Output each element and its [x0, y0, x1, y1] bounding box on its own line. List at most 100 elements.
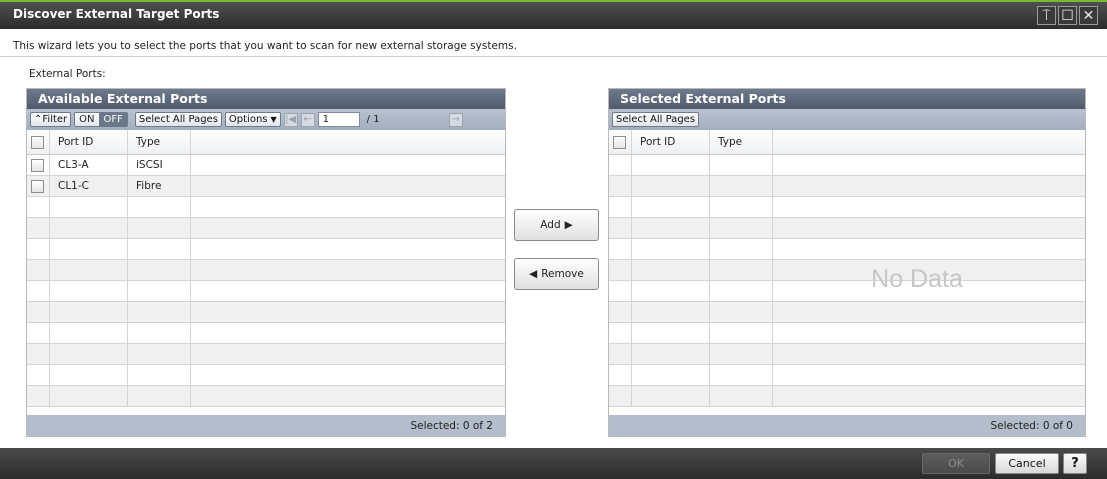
external-ports-label: External Ports: — [29, 68, 106, 80]
select-all-checkbox-cell[interactable] — [27, 130, 50, 154]
row-checkbox-cell[interactable] — [27, 155, 50, 175]
first-page-icon[interactable]: |◀ — [283, 112, 298, 127]
empty-cell — [50, 302, 128, 322]
empty-cell — [27, 239, 50, 259]
empty-cell — [710, 365, 773, 385]
options-button[interactable]: Options ▼ — [224, 112, 281, 127]
empty-row — [27, 260, 505, 281]
empty-cell — [128, 218, 191, 238]
empty-cell — [632, 155, 710, 175]
empty-cell — [191, 344, 505, 364]
window-controls: ⍑ ☐ ✕ — [1037, 6, 1098, 25]
empty-cell — [191, 323, 505, 343]
empty-cell — [632, 176, 710, 196]
title-bar: Discover External Target Ports ⍑ ☐ ✕ — [0, 0, 1107, 29]
prev-page-icon[interactable]: ← — [300, 112, 315, 127]
column-header-port-id[interactable]: Port ID — [50, 130, 128, 154]
options-label: Options — [228, 114, 268, 125]
filter-off-option[interactable]: OFF — [99, 113, 127, 126]
empty-cell — [27, 386, 50, 406]
empty-cell — [27, 260, 50, 280]
select-all-pages-button[interactable]: Select All Pages — [612, 112, 700, 127]
empty-row — [27, 365, 505, 386]
empty-cell — [773, 344, 1085, 364]
empty-cell — [191, 197, 505, 217]
row-checkbox[interactable] — [31, 179, 44, 193]
cancel-button[interactable]: Cancel — [995, 453, 1059, 474]
selected-ports-panel: Selected External Ports Select All Pages… — [608, 88, 1086, 437]
close-icon[interactable]: ✕ — [1079, 6, 1098, 25]
selected-ports-footer: Selected: 0 of 0 — [609, 415, 1085, 436]
empty-cell — [128, 197, 191, 217]
add-button[interactable]: Add ▶ — [514, 209, 599, 241]
available-ports-toolbar: ⌃ Filter ON OFF Select All Pages Options… — [27, 109, 505, 130]
empty-cell — [50, 386, 128, 406]
row-filler — [191, 155, 505, 175]
pin-icon[interactable]: ⍑ — [1037, 6, 1056, 25]
empty-row — [27, 344, 505, 365]
available-ports-footer: Selected: 0 of 2 — [27, 415, 505, 436]
ok-button[interactable]: OK — [922, 453, 990, 474]
empty-cell — [191, 260, 505, 280]
next-page-icon[interactable]: → — [448, 112, 463, 127]
empty-cell — [609, 323, 632, 343]
select-all-checkbox-cell[interactable] — [609, 130, 632, 154]
window-title: Discover External Target Ports — [13, 7, 220, 21]
row-checkbox-cell[interactable] — [27, 176, 50, 196]
empty-cell — [773, 239, 1085, 259]
select-all-pages-button[interactable]: Select All Pages — [134, 112, 222, 127]
empty-cell — [191, 365, 505, 385]
empty-cell — [609, 197, 632, 217]
column-header-type[interactable]: Type — [710, 130, 773, 154]
maximize-icon[interactable]: ☐ — [1058, 6, 1077, 25]
empty-row — [27, 281, 505, 302]
empty-cell — [632, 323, 710, 343]
filter-label: Filter — [42, 114, 68, 125]
empty-cell — [50, 281, 128, 301]
filter-on-option[interactable]: ON — [75, 113, 100, 126]
empty-cell — [27, 344, 50, 364]
port-id-cell: CL1-C — [50, 176, 128, 196]
empty-row — [27, 302, 505, 323]
empty-row — [609, 197, 1085, 218]
help-button[interactable]: ? — [1063, 453, 1087, 474]
empty-cell — [710, 239, 773, 259]
filter-toggle[interactable]: ON OFF — [74, 112, 128, 127]
column-header-type[interactable]: Type — [128, 130, 191, 154]
remove-label: Remove — [541, 268, 584, 280]
available-ports-panel: Available External Ports ⌃ Filter ON OFF… — [26, 88, 506, 437]
empty-cell — [773, 365, 1085, 385]
empty-row — [609, 155, 1085, 176]
empty-cell — [773, 323, 1085, 343]
empty-cell — [191, 302, 505, 322]
empty-cell — [27, 281, 50, 301]
empty-cell — [609, 218, 632, 238]
table-row[interactable]: CL3-A iSCSI — [27, 155, 505, 176]
empty-cell — [632, 386, 710, 406]
empty-cell — [50, 323, 128, 343]
page-number-input[interactable]: 1 — [317, 112, 360, 127]
empty-cell — [191, 239, 505, 259]
column-header-port-id[interactable]: Port ID — [632, 130, 710, 154]
arrow-left-icon: ◀ — [529, 268, 538, 280]
empty-row — [609, 176, 1085, 197]
empty-cell — [710, 386, 773, 406]
empty-cell — [27, 197, 50, 217]
remove-button[interactable]: ◀ Remove — [514, 258, 599, 290]
empty-cell — [128, 323, 191, 343]
empty-cell — [773, 176, 1085, 196]
selected-ports-toolbar: Select All Pages — [609, 109, 1085, 130]
filter-button[interactable]: ⌃ Filter — [30, 112, 72, 127]
empty-row — [27, 239, 505, 260]
empty-cell — [773, 302, 1085, 322]
empty-cell — [632, 344, 710, 364]
select-all-checkbox[interactable] — [613, 135, 626, 149]
selected-ports-header: Selected External Ports — [609, 89, 1085, 109]
select-all-checkbox[interactable] — [31, 135, 44, 149]
empty-cell — [128, 239, 191, 259]
empty-cell — [710, 323, 773, 343]
page-total: / 1 — [366, 114, 380, 125]
empty-cell — [50, 260, 128, 280]
row-checkbox[interactable] — [31, 158, 44, 172]
table-row[interactable]: CL1-C Fibre — [27, 176, 505, 197]
